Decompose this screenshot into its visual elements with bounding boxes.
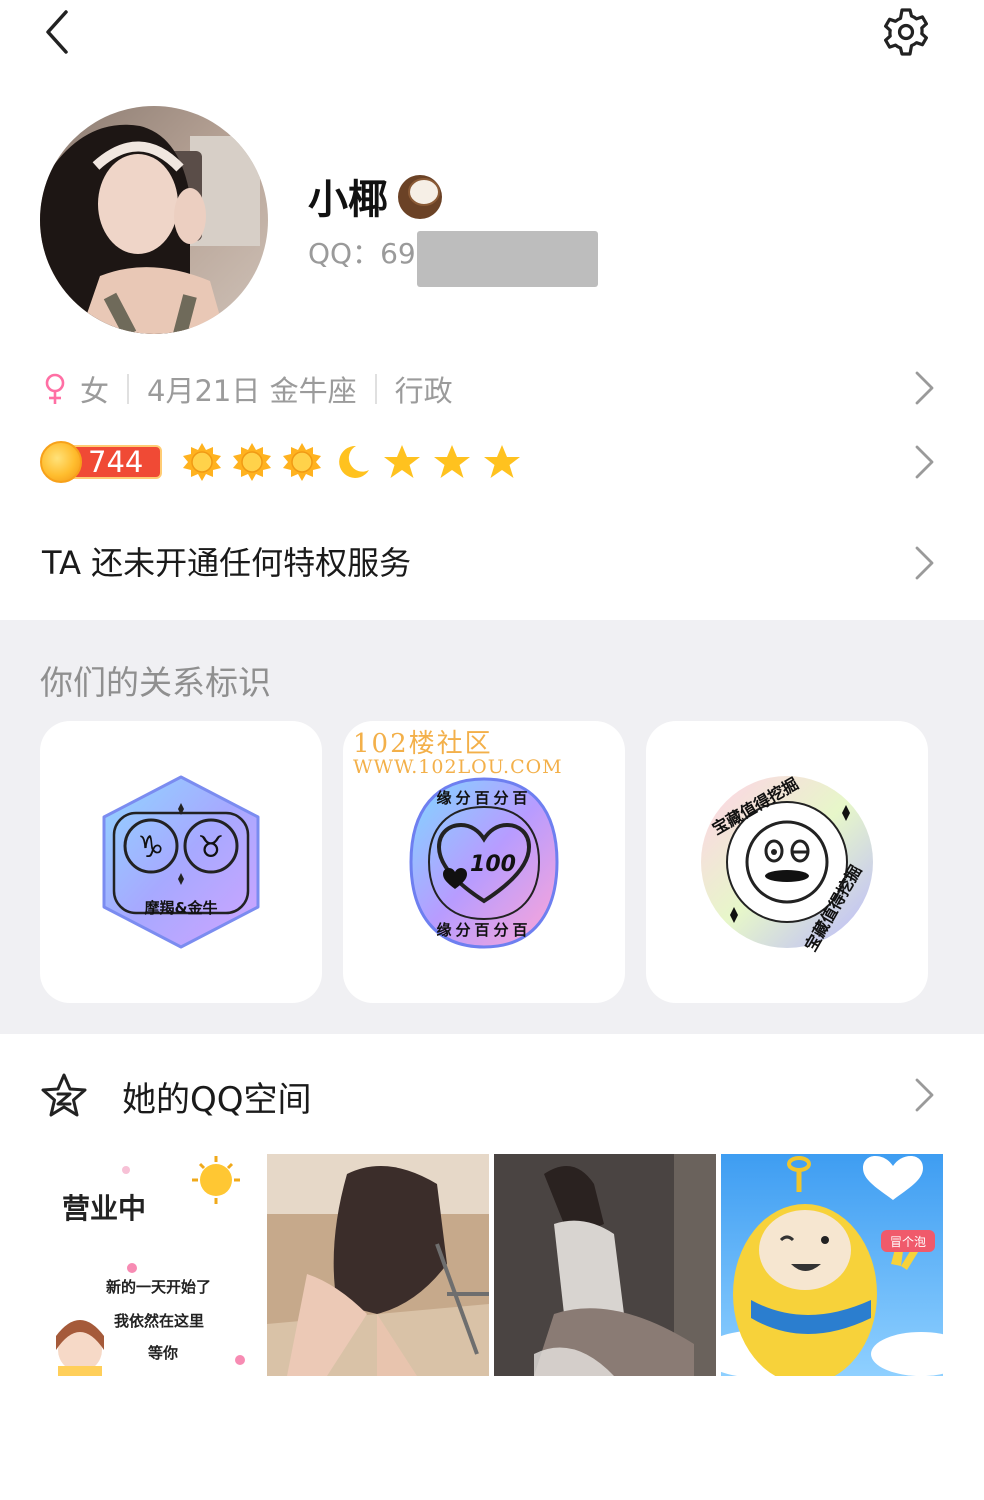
- fate-badge-bottom: 缘分百分百: [436, 921, 531, 939]
- star-icon: [434, 445, 470, 478]
- sun-icon: [183, 443, 221, 481]
- level-badge: 744: [40, 441, 164, 483]
- privilege-row[interactable]: TA 还未开通任何特权服务: [42, 538, 942, 588]
- relationship-badge-zodiac[interactable]: ♑ ♉ 摩羯&金牛: [40, 721, 322, 1003]
- privilege-text: TA 还未开通任何特权服务: [42, 544, 412, 582]
- qq-number-text: QQ：69: [308, 237, 416, 270]
- birthday-text: 4月21日 金牛座: [147, 374, 357, 408]
- qq-number: QQ：69: [308, 232, 416, 272]
- profile-name: 小椰: [308, 168, 446, 224]
- watermark: 102楼社区 WWW.102LOU.COM: [353, 723, 563, 778]
- zodiac-badge-label: 摩羯&金牛: [144, 899, 217, 917]
- profile-name-text: 小椰: [308, 177, 388, 223]
- sun-icon: [283, 443, 321, 481]
- sun-icon: [233, 443, 271, 481]
- coin-icon: [40, 441, 82, 483]
- basic-info-row[interactable]: 女 4月21日 金牛座 行政: [42, 364, 942, 414]
- zodiac-badge-icon: ♑ ♉ 摩羯&金牛: [102, 775, 260, 949]
- qq-level-row[interactable]: 744: [40, 436, 944, 488]
- qzone-title: 她的QQ空间: [122, 1079, 312, 1120]
- divider: [127, 374, 130, 404]
- photo-text-line: 等你: [148, 1344, 178, 1362]
- qzone-photo[interactable]: 冒个泡: [721, 1154, 943, 1376]
- qzone-row[interactable]: 她的QQ空间: [40, 1066, 944, 1126]
- watermark-title: 102楼社区: [353, 729, 493, 759]
- settings-button[interactable]: [880, 6, 932, 58]
- avatar[interactable]: [40, 106, 268, 334]
- female-icon: [45, 373, 65, 404]
- moon-icon: [339, 445, 369, 478]
- level-number: 744: [88, 445, 144, 479]
- photo-tag: 冒个泡: [890, 1235, 926, 1249]
- level-icons: [182, 442, 522, 482]
- qzone-star-icon: [41, 1073, 87, 1117]
- photo-text-line: 新的一天开始了: [106, 1278, 211, 1296]
- fate-badge-top: 缘分百分百: [436, 789, 531, 807]
- star-icon: [384, 445, 420, 478]
- top-bar: [0, 0, 984, 62]
- qq-number-redaction: [417, 231, 598, 287]
- photo-text-line: 营业中: [62, 1192, 146, 1225]
- chevron-right-icon: [915, 445, 934, 479]
- job-text: 行政: [394, 374, 453, 408]
- coconut-icon: [398, 175, 442, 219]
- gear-icon: [884, 8, 928, 56]
- qzone-photo[interactable]: [267, 1154, 489, 1376]
- relationship-badge-treasure[interactable]: 宝藏值得挖掘 宝藏值得挖掘: [646, 721, 928, 1003]
- qzone-photo[interactable]: [494, 1154, 716, 1376]
- chevron-right-icon: [915, 1078, 934, 1112]
- svg-text:♉: ♉: [198, 830, 225, 865]
- fate-badge-center: 100: [470, 852, 516, 877]
- back-button[interactable]: [38, 6, 82, 56]
- gender-text: 女: [80, 374, 110, 408]
- chevron-right-icon: [915, 546, 934, 580]
- svg-text:♑: ♑: [138, 830, 165, 865]
- relationship-title: 你们的关系标识: [40, 663, 271, 702]
- photo-dim-room: [494, 1154, 716, 1376]
- qzone-photo[interactable]: 营业中 新的一天开始了 我依然在这里 等你: [40, 1154, 262, 1376]
- photo-open-for-business: 营业中 新的一天开始了 我依然在这里 等你: [40, 1154, 262, 1376]
- star-icon: [484, 445, 520, 478]
- chevron-left-icon: [46, 10, 68, 54]
- photo-teletubby: 冒个泡: [721, 1154, 943, 1376]
- photo-text-line: 我依然在这里: [114, 1312, 204, 1330]
- chevron-right-icon: [915, 371, 934, 405]
- relationship-badge-fate[interactable]: 100 缘分百分百 缘分百分百 102楼社区 WWW.102LOU.COM: [343, 721, 625, 1003]
- relationship-section: 你们的关系标识 ♑ ♉ 摩羯&金牛 100 缘分百分百 缘分百分百 102楼社区…: [0, 620, 984, 1034]
- treasure-smiley-badge-icon: 宝藏值得挖掘 宝藏值得挖掘: [701, 774, 873, 955]
- photo-dark-dress: [267, 1154, 489, 1376]
- qzone-photos: 营业中 新的一天开始了 我依然在这里 等你 冒个泡: [40, 1154, 944, 1376]
- watermark-url: WWW.102LOU.COM: [353, 756, 563, 778]
- avatar-photo: [40, 106, 268, 334]
- divider: [374, 374, 377, 404]
